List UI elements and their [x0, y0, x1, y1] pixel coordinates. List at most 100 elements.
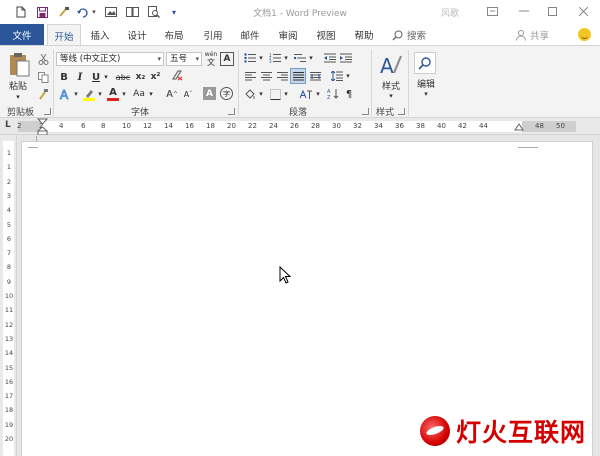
strikethrough-button[interactable]: abc — [114, 70, 132, 84]
align-center-icon[interactable] — [259, 70, 273, 82]
paste-icon[interactable] — [6, 52, 32, 78]
feedback-smiley-icon[interactable] — [578, 28, 591, 41]
shading-dropdown-icon[interactable]: ▾ — [257, 87, 265, 101]
font-name-combo[interactable]: 等线 (中文正文) ▾ — [56, 52, 164, 66]
tab-mailings[interactable]: 邮件 — [234, 24, 266, 46]
styles-launcher-icon[interactable] — [398, 108, 405, 115]
share-button[interactable]: 共享 — [516, 28, 549, 42]
shading-icon[interactable] — [243, 87, 257, 101]
tab-home[interactable]: 开始 — [47, 24, 81, 46]
tab-file[interactable]: 文件 — [0, 24, 44, 46]
shrink-font-button[interactable]: Aˇ — [181, 87, 195, 101]
multilevel-dropdown-icon[interactable]: ▾ — [307, 52, 315, 64]
clear-formatting-icon[interactable] — [170, 68, 184, 82]
tab-help[interactable]: 帮助 — [348, 24, 380, 46]
tell-me-search[interactable]: 搜索 — [392, 28, 426, 42]
tab-review[interactable]: 审阅 — [272, 24, 304, 46]
horizontal-ruler[interactable]: L 2 2 4 6 8 10 12 14 16 18 20 22 24 26 28 30 32 34 36 38 40 4… — [0, 118, 600, 136]
decrease-indent-icon[interactable] — [323, 52, 337, 64]
underline-dropdown-icon[interactable]: ▾ — [102, 70, 110, 84]
paste-label[interactable]: 粘贴 — [4, 79, 32, 92]
font-color-icon[interactable]: A — [106, 87, 120, 101]
ribbon-display-icon[interactable] — [484, 4, 500, 18]
align-left-icon[interactable] — [243, 70, 257, 82]
tab-selector[interactable]: L — [5, 120, 16, 132]
distributed-icon[interactable] — [308, 70, 322, 82]
styles-icon[interactable]: A — [378, 52, 404, 78]
copy-icon[interactable] — [36, 70, 50, 84]
tab-insert[interactable]: 插入 — [84, 24, 116, 46]
text-effects-dropdown-icon[interactable]: ▾ — [72, 87, 80, 101]
subscript-button[interactable]: x₂ — [134, 70, 147, 84]
ruler-tick-label: 16 — [185, 122, 194, 130]
minimize-icon[interactable] — [516, 4, 532, 18]
paragraph-group-label: 段落 — [289, 108, 308, 118]
tab-view[interactable]: 视图 — [310, 24, 342, 46]
find-icon[interactable] — [414, 52, 436, 74]
document-page[interactable] — [21, 136, 593, 456]
italic-button[interactable]: I — [74, 70, 86, 84]
right-indent-marker-icon[interactable] — [514, 123, 524, 133]
bullets-dropdown-icon[interactable]: ▾ — [257, 52, 265, 64]
tab-design[interactable]: 设计 — [121, 24, 153, 46]
editing-button-label[interactable]: 编辑 — [410, 77, 442, 90]
cut-icon[interactable] — [36, 52, 50, 66]
highlight-dropdown-icon[interactable]: ▾ — [96, 87, 104, 101]
show-marks-icon[interactable]: ¶ — [342, 87, 356, 101]
ruler-tick-label: 50 — [556, 122, 565, 130]
sort-icon[interactable]: AZ — [326, 87, 340, 101]
change-case-dropdown-icon[interactable]: ▾ — [147, 87, 155, 101]
borders-dropdown-icon[interactable]: ▾ — [282, 87, 290, 101]
bullets-icon[interactable] — [243, 52, 257, 64]
document-area[interactable] — [17, 135, 600, 456]
character-border-button[interactable]: A — [220, 52, 234, 66]
font-size-combo[interactable]: 五号 ▾ — [166, 52, 202, 66]
line-spacing-icon[interactable] — [330, 70, 344, 82]
styles-button-label[interactable]: 样式 — [376, 79, 406, 92]
numbering-dropdown-icon[interactable]: ▾ — [282, 52, 290, 64]
ruler-tick-label: 44 — [479, 122, 488, 130]
underline-button[interactable]: U — [90, 70, 102, 84]
vertical-ruler-tick-label: 2 — [6, 177, 12, 186]
ruler-text-area — [42, 121, 522, 132]
group-separator — [371, 50, 372, 116]
line-spacing-dropdown-icon[interactable]: ▾ — [344, 70, 352, 82]
styles-dropdown-icon[interactable]: ▾ — [383, 91, 399, 101]
paragraph-launcher-icon[interactable] — [362, 108, 369, 115]
paste-dropdown-icon[interactable]: ▾ — [10, 92, 26, 102]
font-launcher-icon[interactable] — [228, 108, 235, 115]
font-color-dropdown-icon[interactable]: ▾ — [120, 87, 128, 101]
close-icon[interactable] — [575, 4, 591, 18]
text-effects-icon[interactable]: A — [58, 87, 72, 101]
indent-markers-icon[interactable] — [37, 118, 48, 136]
highlight-icon[interactable] — [82, 87, 96, 101]
character-shading-button[interactable]: A — [203, 87, 216, 100]
phonetic-guide-button[interactable]: wén 文 — [204, 51, 218, 67]
asian-layout-dropdown-icon[interactable]: ▾ — [314, 87, 322, 101]
superscript-button[interactable]: x² — [149, 70, 162, 84]
share-label: 共享 — [530, 31, 550, 42]
maximize-icon[interactable] — [544, 4, 560, 18]
asian-layout-icon[interactable] — [298, 87, 314, 101]
format-painter-icon[interactable] — [36, 87, 50, 101]
align-right-icon[interactable] — [275, 70, 289, 82]
enclose-characters-button[interactable]: 字 — [220, 87, 233, 100]
numbering-icon[interactable]: 123 — [268, 52, 282, 64]
tab-layout[interactable]: 布局 — [158, 24, 190, 46]
editing-dropdown-icon[interactable]: ▾ — [418, 89, 434, 99]
styles-group-label: 样式 — [376, 108, 395, 118]
bold-button[interactable]: B — [58, 70, 70, 84]
tab-references[interactable]: 引用 — [197, 24, 229, 46]
vertical-ruler[interactable]: 1 1 2 3 4 5 6 7 8 9 10 11 12 13 14 15 16 17 18 19 20 — [0, 135, 17, 456]
justify-icon[interactable] — [290, 68, 306, 84]
ruler-tick-label: 14 — [164, 122, 173, 130]
grow-font-button[interactable]: A ^ — [165, 87, 179, 101]
change-case-button[interactable]: Aa — [131, 87, 147, 101]
clipboard-launcher-icon[interactable] — [44, 108, 51, 115]
increase-indent-icon[interactable] — [339, 52, 353, 64]
ruler-tick-label: 34 — [374, 122, 383, 130]
group-separator — [408, 50, 409, 116]
borders-icon[interactable] — [268, 87, 282, 101]
user-name[interactable]: 风歌 — [441, 6, 459, 19]
multilevel-list-icon[interactable] — [293, 52, 307, 64]
